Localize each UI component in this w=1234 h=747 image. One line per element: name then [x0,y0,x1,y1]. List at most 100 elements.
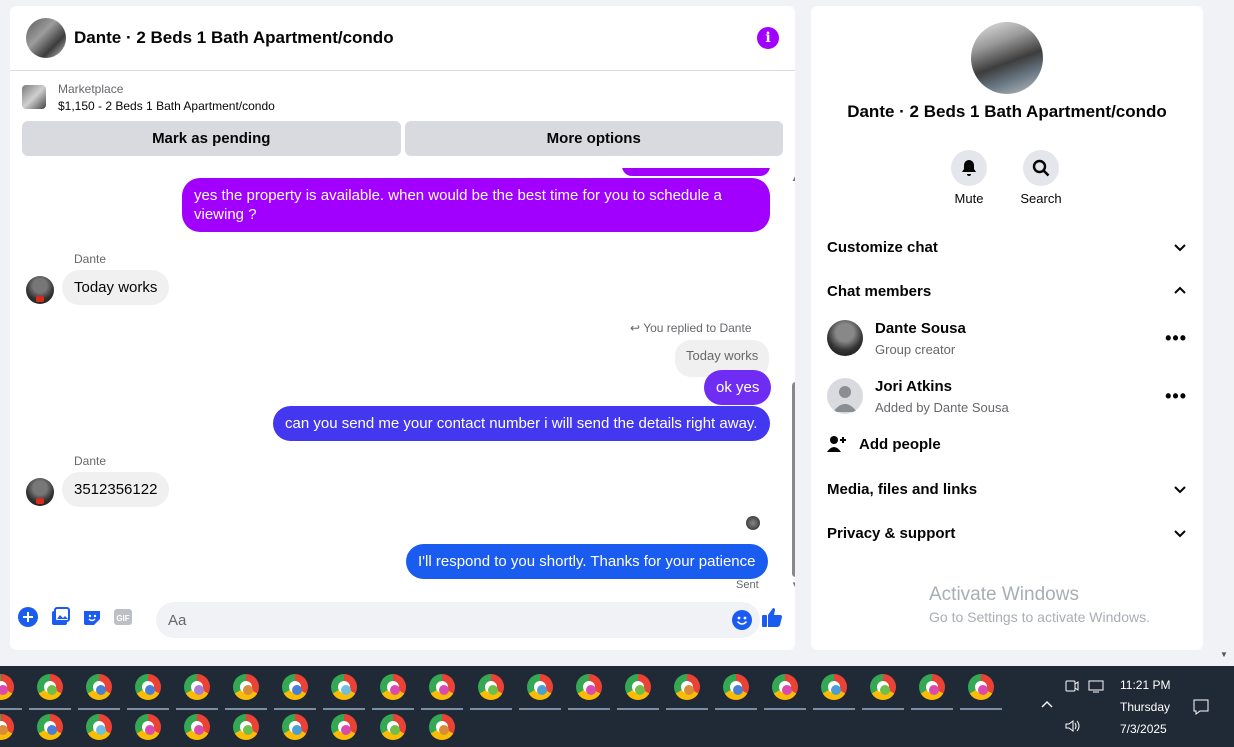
privacy-support-row[interactable]: Privacy & support [827,521,1187,545]
chrome-taskbar-icon[interactable] [37,674,63,700]
message-outgoing[interactable]: I'll respond to you shortly. Thanks for … [406,544,768,579]
info-icon[interactable]: i [757,27,779,49]
chrome-taskbar-icon[interactable] [625,674,651,700]
plus-icon[interactable] [17,606,39,628]
sender-name: Dante [74,252,107,266]
chrome-taskbar-icon[interactable] [233,674,259,700]
message-incoming[interactable]: Today works [62,270,170,305]
chrome-taskbar-icon[interactable] [135,714,161,740]
more-options-icon[interactable]: ••• [1165,386,1187,407]
taskbar: 11:21 PM Thursday 7/3/2025 [0,666,1234,747]
search-button[interactable] [1023,150,1059,186]
chrome-taskbar-icon[interactable] [772,674,798,700]
info-panel: Dante · 2 Beds 1 Bath Apartment/condo Mu… [811,6,1203,650]
mark-as-pending-button[interactable]: Mark as pending [22,121,401,156]
chrome-taskbar-icon[interactable] [478,674,504,700]
clock-day[interactable]: Thursday [1120,700,1170,714]
chrome-taskbar-icon[interactable] [331,714,357,740]
page-scroll-down-arrow-icon[interactable]: ▼ [1220,650,1228,659]
conversation-photo[interactable] [971,22,1043,94]
listing-small-thumbnail [22,85,46,109]
reply-note-text: You replied to Dante [643,321,752,335]
chrome-taskbar-icon[interactable] [86,674,112,700]
chrome-taskbar-icon[interactable] [0,674,14,700]
chat-panel: Dante · 2 Beds 1 Bath Apartment/condo i … [10,6,795,650]
more-options-button[interactable]: More options [404,121,783,156]
thumbs-up-icon[interactable] [761,606,783,628]
gif-icon[interactable]: GIF [112,606,134,628]
message-outgoing[interactable]: can you send me your contact number i wi… [273,406,770,441]
notifications-icon[interactable] [1192,698,1210,719]
dante-avatar[interactable] [26,276,54,304]
info-title: Dante · 2 Beds 1 Bath Apartment/condo [847,102,1167,121]
taskbar-running-indicator [568,708,610,710]
chrome-taskbar-icon[interactable] [0,714,14,740]
listing-thumbnail[interactable] [26,18,66,58]
chrome-taskbar-icon[interactable] [429,714,455,740]
chrome-taskbar-icon[interactable] [135,674,161,700]
chrome-taskbar-icon[interactable] [674,674,700,700]
volume-icon[interactable] [1064,718,1080,737]
dante-avatar[interactable] [26,478,54,506]
sticker-icon[interactable] [81,606,103,628]
scroll-up-arrow-icon[interactable]: ▲ [790,174,795,183]
chrome-taskbar-icon[interactable] [184,714,210,740]
emoji-icon[interactable] [731,609,753,631]
scrollbar-thumb[interactable] [792,382,795,577]
chrome-taskbar-icon[interactable] [282,674,308,700]
customize-chat-label: Customize chat [827,238,938,256]
message-incoming[interactable]: 3512356122 [62,472,170,507]
taskbar-running-indicator [176,708,218,710]
clock-time[interactable]: 11:21 PM [1120,678,1170,692]
mute-label: Mute [954,191,984,206]
message-outgoing[interactable]: ok yes [704,370,772,405]
message-input[interactable] [156,602,716,638]
sender-name: Dante [74,454,107,468]
member-item[interactable]: Dante Sousa Group creator ••• [827,316,1187,360]
chrome-taskbar-icon[interactable] [821,674,847,700]
chat-members-row[interactable]: Chat members [827,279,1187,303]
chrome-taskbar-icon[interactable] [37,714,63,740]
scroll-down-arrow-icon[interactable]: ▼ [790,580,795,589]
chrome-taskbar-icon[interactable] [331,674,357,700]
customize-chat-row[interactable]: Customize chat [827,235,1187,259]
chrome-taskbar-icon[interactable] [380,674,406,700]
taskbar-running-indicator [127,708,169,710]
chrome-taskbar-icon[interactable] [86,714,112,740]
member-name: Dante Sousa [875,320,966,337]
chrome-taskbar-icon[interactable] [429,674,455,700]
search-label: Search [1020,191,1062,206]
chat-title[interactable]: Dante · 2 Beds 1 Bath Apartment/condo [74,28,757,48]
reply-arrow-icon: ↩ [630,321,641,335]
chrome-taskbar-icon[interactable] [380,714,406,740]
chrome-taskbar-icon[interactable] [282,714,308,740]
media-files-row[interactable]: Media, files and links [827,477,1187,501]
photo-icon[interactable] [49,606,71,628]
marketplace-listing[interactable]: Marketplace $1,150 - 2 Beds 1 Bath Apart… [10,71,795,115]
taskbar-running-indicator [960,708,1002,710]
chrome-taskbar-icon[interactable] [184,674,210,700]
taskbar-running-indicator [862,708,904,710]
message-list[interactable]: yes the property is available. when woul… [10,168,780,592]
chrome-taskbar-icon[interactable] [919,674,945,700]
message-scrollbar[interactable]: ▲ ▼ [790,174,795,592]
mute-button[interactable] [951,150,987,186]
chevron-down-icon [1174,486,1186,494]
clock-date[interactable]: 7/3/2025 [1120,722,1167,736]
add-people-button[interactable]: Add people [827,434,941,454]
chrome-taskbar-icon[interactable] [233,714,259,740]
chrome-taskbar-icon[interactable] [870,674,896,700]
network-icon[interactable] [1088,678,1104,697]
tray-chevron-up-icon[interactable] [1040,698,1054,715]
chrome-taskbar-icon[interactable] [576,674,602,700]
listing-actions: Mark as pending More options [10,115,795,162]
chrome-taskbar-icon[interactable] [968,674,994,700]
meet-now-icon[interactable] [1064,678,1080,697]
chrome-taskbar-icon[interactable] [723,674,749,700]
taskbar-running-indicator [519,708,561,710]
reply-note: ↩ You replied to Dante [630,321,752,335]
more-options-icon[interactable]: ••• [1165,328,1187,349]
member-item[interactable]: Jori Atkins Added by Dante Sousa ••• [827,374,1187,418]
message-outgoing[interactable]: yes the property is available. when woul… [182,178,770,232]
chrome-taskbar-icon[interactable] [527,674,553,700]
